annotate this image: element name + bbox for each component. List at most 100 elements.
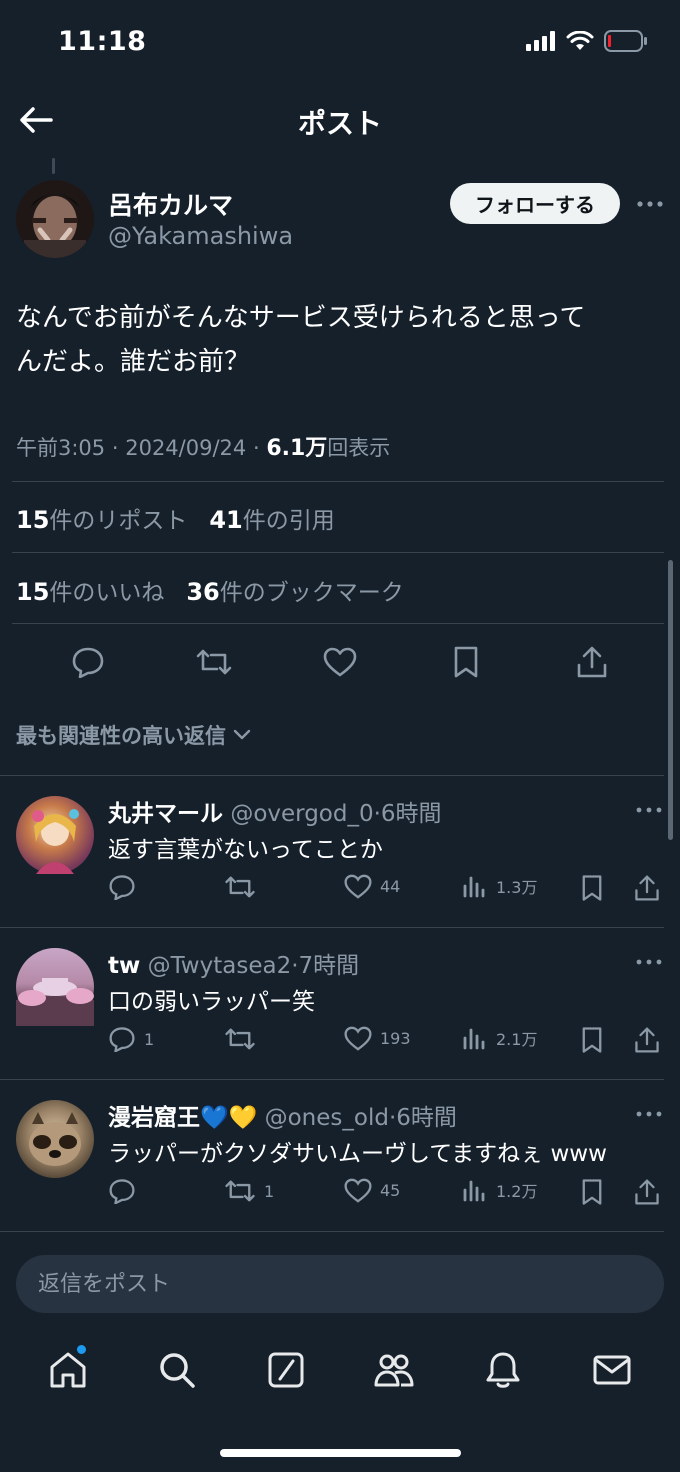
reply-reply-button[interactable] <box>108 874 144 900</box>
more-icon <box>636 1111 662 1117</box>
repost-count: 1 <box>264 1181 275 1201</box>
reply-bookmark-button[interactable] <box>580 874 604 902</box>
messages-icon <box>593 1355 631 1385</box>
reply-author-name[interactable]: 丸井マール <box>108 801 223 827</box>
reply-icon <box>109 875 135 900</box>
reply-sort-selector[interactable]: 最も関連性の高い返信 <box>16 720 252 750</box>
nav-search[interactable] <box>149 1342 205 1398</box>
page-title: ポスト <box>297 107 382 140</box>
reply-share-button[interactable] <box>634 874 660 902</box>
likes-link[interactable]: 15件のいいね <box>16 578 164 606</box>
reply-author-name[interactable]: 漫岩窟王 <box>108 1105 200 1131</box>
author-name[interactable]: 呂布カルマ <box>108 186 233 222</box>
post-time: 午前3:05 <box>16 436 106 460</box>
reply-item[interactable]: tw @Twytasea2·7時間 口の弱いラッパー笑 1 193 2.1万 <box>0 928 668 1079</box>
reply-author-emoji: 💙💛 <box>200 1105 258 1131</box>
nav-notifications[interactable] <box>475 1342 531 1398</box>
reply-like-button[interactable]: 44 <box>344 874 400 899</box>
reply-author-name[interactable]: tw <box>108 953 140 979</box>
nav-communities[interactable] <box>366 1342 422 1398</box>
nav-messages[interactable] <box>584 1342 640 1398</box>
quotes-count: 41 <box>209 506 243 534</box>
like-count: 193 <box>380 1029 411 1048</box>
reply-header: 漫岩窟王💙💛 @ones_old·6時間 <box>108 1105 457 1131</box>
search-icon <box>160 1353 195 1388</box>
reply-icon <box>109 1179 135 1204</box>
like-button[interactable] <box>318 640 362 684</box>
nav-home[interactable] <box>40 1342 96 1398</box>
view-count: 1.2万 <box>496 1182 538 1201</box>
reply-like-button[interactable]: 45 <box>344 1178 400 1203</box>
divider <box>12 481 664 482</box>
bookmark-icon <box>582 1027 602 1053</box>
reply-item[interactable]: 丸井マール @overgod_0·6時間 返す言葉がないってことか 44 1.3… <box>0 776 668 927</box>
reply-text: 口の弱いラッパー笑 <box>108 989 315 1015</box>
bookmarks-link[interactable]: 36件のブックマーク <box>186 578 404 606</box>
reply-author-handle[interactable]: @ones_old <box>265 1105 389 1131</box>
reply-item[interactable]: 漫岩窟王💙💛 @ones_old·6時間 ラッパーがクソダサいムーヴしてますねぇ… <box>0 1080 668 1231</box>
repost-icon <box>225 1028 255 1050</box>
reply-share-button[interactable] <box>634 1026 660 1054</box>
reply-more-button[interactable] <box>634 1104 664 1124</box>
quotes-label: 件の引用 <box>242 508 335 534</box>
reply-author-handle[interactable]: @Twytasea2 <box>148 953 292 979</box>
reply-bookmark-button[interactable] <box>580 1178 604 1206</box>
reply-button[interactable] <box>66 640 110 684</box>
battery-icon <box>604 30 647 52</box>
reply-input[interactable] <box>16 1255 664 1313</box>
share-button[interactable] <box>570 640 614 684</box>
reply-time: 7時間 <box>298 953 360 979</box>
reply-repost-button[interactable] <box>224 1026 264 1052</box>
reply-time: 6時間 <box>396 1105 457 1131</box>
reply-reply-button[interactable] <box>108 1178 144 1204</box>
reply-more-button[interactable] <box>634 952 664 972</box>
reposts-link[interactable]: 15件のリポスト <box>16 506 188 534</box>
reply-icon <box>109 1027 135 1052</box>
bookmarks-label: 件のブックマーク <box>219 580 404 606</box>
like-stats: 15件のいいね 36件のブックマーク <box>16 573 404 607</box>
reply-avatar[interactable] <box>16 948 94 1026</box>
bookmark-button[interactable] <box>444 640 488 684</box>
chevron-down-icon <box>233 729 251 740</box>
reply-like-button[interactable]: 193 <box>344 1026 411 1051</box>
reply-views-button[interactable]: 2.1万 <box>462 1026 537 1050</box>
repost-button[interactable] <box>192 640 236 684</box>
views-icon <box>463 1028 485 1050</box>
reply-bookmark-button[interactable] <box>580 1026 604 1054</box>
divider <box>12 552 664 553</box>
follow-button[interactable]: フォローする <box>450 183 620 224</box>
repost-icon <box>225 1180 255 1202</box>
reposts-label: 件のリポスト <box>49 508 188 534</box>
reply-views-button[interactable]: 1.2万 <box>462 1178 537 1202</box>
views-icon <box>463 1180 485 1202</box>
like-icon <box>323 647 357 677</box>
bottom-nav <box>0 1342 680 1398</box>
reply-views-button[interactable]: 1.3万 <box>462 874 537 898</box>
reply-reply-button[interactable]: 1 <box>108 1026 154 1052</box>
reply-avatar[interactable] <box>16 1100 94 1178</box>
reply-text: ラッパーがクソダサいムーヴしてますねぇ www <box>108 1141 607 1167</box>
author-handle[interactable]: @Yakamashiwa <box>108 222 293 250</box>
reply-repost-button[interactable]: 1 <box>224 1178 274 1204</box>
thread-line <box>52 158 55 174</box>
avatar-image <box>16 978 94 1026</box>
reply-avatar[interactable] <box>16 796 94 874</box>
quotes-link[interactable]: 41件の引用 <box>209 506 335 534</box>
post-date: 2024/09/24 <box>125 436 247 460</box>
reply-share-button[interactable] <box>634 1178 660 1206</box>
reply-header: tw @Twytasea2·7時間 <box>108 953 360 979</box>
status-icons <box>526 30 648 52</box>
reply-more-button[interactable] <box>634 800 664 820</box>
reply-repost-button[interactable] <box>224 874 264 900</box>
view-count: 2.1万 <box>496 1030 538 1049</box>
bookmark-icon <box>454 646 478 678</box>
post-meta: 午前3:05 · 2024/09/24 · 6.1万回表示 <box>16 436 391 461</box>
author-avatar[interactable] <box>16 180 94 258</box>
reply-author-handle[interactable]: @overgod_0 <box>230 801 373 827</box>
nav-grok[interactable] <box>258 1342 314 1398</box>
scrollbar[interactable] <box>668 560 673 840</box>
bookmark-icon <box>582 875 602 901</box>
bookmarks-count: 36 <box>186 578 220 606</box>
post-more-button[interactable] <box>632 190 668 218</box>
reply-count: 1 <box>144 1029 155 1049</box>
